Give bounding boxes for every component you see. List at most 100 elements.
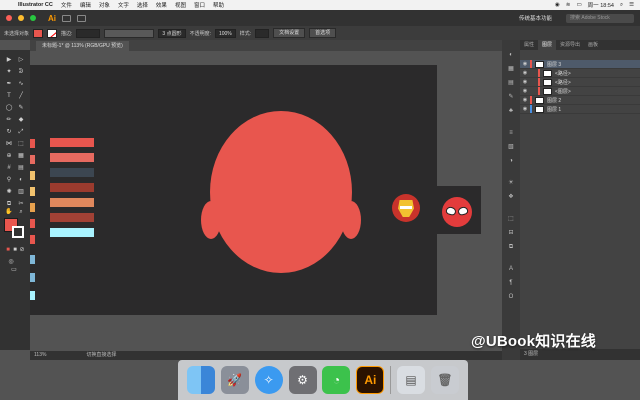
draw-mode-icon[interactable]: ◎ xyxy=(6,258,16,266)
visibility-eye-icon[interactable]: ◉ xyxy=(520,70,530,76)
layer-row[interactable]: ◉ 图层 2 xyxy=(520,96,640,105)
palette-swatch[interactable] xyxy=(50,168,94,177)
trash-icon[interactable]: 🗑 xyxy=(430,366,459,394)
line-tool-icon[interactable]: ╱ xyxy=(16,92,26,100)
palette-swatch[interactable] xyxy=(50,153,94,162)
scale-tool-icon[interactable]: ⤢ xyxy=(16,128,26,136)
color-panel-icon[interactable]: ◐ xyxy=(507,52,515,59)
menu-effect[interactable]: 效果 xyxy=(152,1,171,9)
wechat-status-icon[interactable]: ◉ xyxy=(555,2,560,8)
battery-icon[interactable]: ▭ xyxy=(576,2,581,8)
visibility-eye-icon[interactable]: ◉ xyxy=(520,79,530,85)
graphic-styles-icon[interactable]: ❖ xyxy=(507,194,515,201)
layer-name[interactable]: <路径> xyxy=(555,79,571,86)
layer-name[interactable]: 图层 3 xyxy=(547,61,561,68)
tab-properties[interactable]: 属性 xyxy=(520,40,538,50)
free-transform-icon[interactable]: ⬚ xyxy=(16,140,26,148)
layer-name[interactable]: 图层 2 xyxy=(547,97,561,104)
appearance-icon[interactable]: ☀ xyxy=(507,180,515,187)
curvature-tool-icon[interactable]: ∿ xyxy=(16,80,26,88)
blend-tool-icon[interactable]: ◐ xyxy=(16,176,26,184)
workspace-switcher[interactable]: 传统基本功能 xyxy=(519,14,552,22)
tab-layers[interactable]: 图层 xyxy=(538,40,557,50)
graphic-style-select[interactable] xyxy=(255,28,270,38)
color-guide-icon[interactable]: ▦ xyxy=(507,66,515,73)
slice-tool-icon[interactable]: ✂ xyxy=(16,200,26,208)
variable-width-profile[interactable] xyxy=(104,28,155,38)
width-tool-icon[interactable]: ⋈ xyxy=(4,140,14,148)
zoom-tool-icon[interactable]: ⌕ xyxy=(16,208,26,216)
transform-icon[interactable]: ⬚ xyxy=(507,216,515,223)
brushes-icon[interactable]: ✎ xyxy=(507,94,515,101)
palette-swatch[interactable] xyxy=(50,183,94,192)
magic-wand-icon[interactable]: ✦ xyxy=(4,68,14,76)
ellipse-tool-icon[interactable]: ◯ xyxy=(4,104,14,112)
document-setup-button[interactable]: 文档设置 xyxy=(273,28,306,38)
visibility-eye-icon[interactable]: ◉ xyxy=(520,97,530,103)
paintbrush-icon[interactable]: ✎ xyxy=(16,104,26,112)
gradient-panel-icon[interactable]: ▧ xyxy=(507,144,515,151)
layer-row[interactable]: ◉ <路径> xyxy=(520,78,640,87)
preferences-button[interactable]: 首选项 xyxy=(309,28,337,38)
opentype-icon[interactable]: O xyxy=(507,294,515,301)
bridge-icon[interactable] xyxy=(62,14,71,22)
clock[interactable]: 周一 18:54 xyxy=(588,1,614,9)
spotlight-icon[interactable]: ⌕ xyxy=(620,2,623,9)
fill-color-swatch[interactable] xyxy=(33,28,44,38)
screen-mode-icon[interactable]: ▭ xyxy=(9,266,19,274)
iron-man-icon[interactable] xyxy=(392,194,420,222)
layer-row[interactable]: ◉ 图层 1 xyxy=(520,105,640,114)
close-window-button[interactable] xyxy=(6,15,12,21)
document-tab[interactable]: 未标题-1* @ 113% (RGB/GPU 预览) xyxy=(36,41,129,51)
direct-selection-tool-icon[interactable]: ▷ xyxy=(16,56,26,64)
visibility-eye-icon[interactable]: ◉ xyxy=(520,61,530,67)
perspective-grid-icon[interactable]: ▦ xyxy=(16,152,26,160)
paragraph-icon[interactable]: ¶ xyxy=(507,280,515,287)
transparency-icon[interactable]: ◑ xyxy=(507,158,515,165)
menu-list-icon[interactable]: ☰ xyxy=(629,2,634,8)
palette-swatch[interactable] xyxy=(50,228,94,237)
pen-tool-icon[interactable]: ✒ xyxy=(4,80,14,88)
graph-tool-icon[interactable]: ▥ xyxy=(16,188,26,196)
menu-object[interactable]: 对象 xyxy=(95,1,114,9)
stroke-weight-field[interactable] xyxy=(76,28,101,38)
layer-row[interactable]: ◉ 图层 3 xyxy=(520,60,640,69)
rotate-tool-icon[interactable]: ↻ xyxy=(4,128,14,136)
launchpad-icon[interactable]: 🚀 xyxy=(220,366,249,394)
zoom-level[interactable]: 113% xyxy=(34,351,46,360)
eraser-icon[interactable]: ◆ xyxy=(16,116,26,124)
visibility-eye-icon[interactable]: ◉ xyxy=(520,88,530,94)
menu-help[interactable]: 帮助 xyxy=(209,1,228,9)
palette-swatch[interactable] xyxy=(50,213,94,222)
align-icon[interactable]: ⊟ xyxy=(507,230,515,237)
preview-icon[interactable]: ▤ xyxy=(397,366,426,394)
symbols-icon[interactable]: ♣ xyxy=(507,108,515,115)
stroke-color-swatch[interactable] xyxy=(47,28,58,38)
hand-tool-icon[interactable]: ✋ xyxy=(4,208,14,216)
menu-file[interactable]: 文件 xyxy=(57,1,76,9)
palette-swatch[interactable] xyxy=(50,138,94,147)
zoom-window-button[interactable] xyxy=(30,15,36,21)
wechat-icon[interactable]: ◔ xyxy=(322,366,351,394)
menu-app-name[interactable]: Illustrator CC xyxy=(14,2,57,8)
gradient-tool-icon[interactable]: ▤ xyxy=(16,164,26,172)
finder-icon[interactable] xyxy=(186,366,215,394)
arrange-documents-icon[interactable] xyxy=(77,14,86,22)
menu-window[interactable]: 窗口 xyxy=(190,1,209,9)
wifi-icon[interactable]: ≋ xyxy=(566,2,571,8)
type-tool-icon[interactable]: T xyxy=(4,92,14,100)
opacity-field[interactable]: 100% xyxy=(214,28,236,38)
stroke-color-box[interactable] xyxy=(12,226,24,238)
mesh-tool-icon[interactable]: # xyxy=(4,164,14,172)
palette-swatch[interactable] xyxy=(50,198,94,207)
menu-edit[interactable]: 编辑 xyxy=(76,1,95,9)
character-icon[interactable]: A xyxy=(507,266,515,273)
lasso-icon[interactable]: ᕲ xyxy=(16,68,26,76)
tab-artboards[interactable]: 画板 xyxy=(584,40,602,50)
minimize-window-button[interactable] xyxy=(18,15,24,21)
menu-type[interactable]: 文字 xyxy=(114,1,133,9)
layer-row[interactable]: ◉ <路径> xyxy=(520,69,640,78)
pencil-icon[interactable]: ✏ xyxy=(4,116,14,124)
visibility-eye-icon[interactable]: ◉ xyxy=(520,106,530,112)
brush-definition-select[interactable]: 3 点圆形 xyxy=(158,28,186,38)
